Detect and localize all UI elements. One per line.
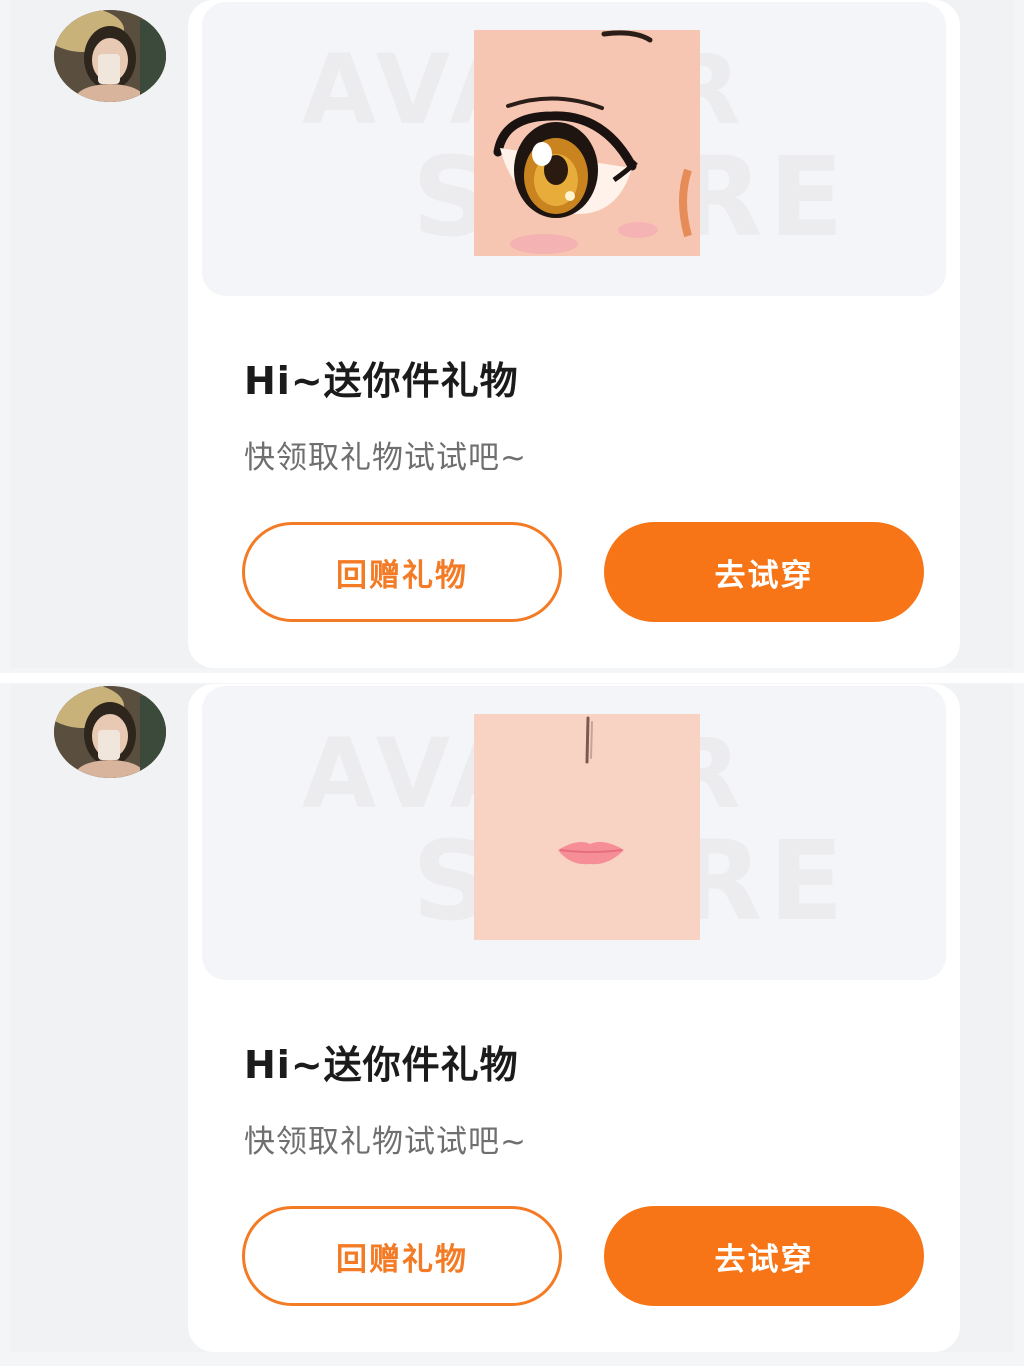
- gift-title: Hi~送你件礼物: [244, 1043, 519, 1087]
- gift-preview[interactable]: AVATAR STORE: [202, 2, 946, 296]
- gift-card: AVATAR STORE Hi~送你件礼物 快领取礼物试试吧~ 回赠礼物 去试穿: [188, 684, 960, 1352]
- sender-avatar[interactable]: [54, 10, 166, 102]
- gift-subtitle: 快领取礼物试试吧~: [244, 1124, 527, 1160]
- gift-card: AVATAR STORE: [188, 0, 960, 668]
- avatar-photo-icon: [54, 10, 166, 102]
- anime-eye-icon: [474, 30, 700, 256]
- try-on-button[interactable]: 去试穿: [604, 1206, 924, 1306]
- gift-preview[interactable]: AVATAR STORE: [202, 686, 946, 980]
- gift-item-thumbnail: [474, 30, 700, 256]
- chat-message-1: AVATAR STORE: [10, 0, 1014, 668]
- try-on-button[interactable]: 去试穿: [604, 522, 924, 622]
- chat-page: AVATAR STORE: [0, 0, 1024, 1366]
- message-divider: [0, 673, 1024, 683]
- sender-avatar[interactable]: [54, 686, 166, 778]
- chat-message-2: AVATAR STORE Hi~送你件礼物 快领取礼物试试吧~ 回赠礼物 去试穿: [10, 684, 1014, 1352]
- gift-item-thumbnail: [474, 714, 700, 940]
- gift-title: Hi~送你件礼物: [244, 359, 519, 403]
- return-gift-button[interactable]: 回赠礼物: [242, 522, 562, 622]
- return-gift-button[interactable]: 回赠礼物: [242, 1206, 562, 1306]
- gift-subtitle: 快领取礼物试试吧~: [244, 440, 527, 476]
- anime-mouth-icon: [474, 714, 700, 940]
- avatar-photo-icon: [54, 686, 166, 778]
